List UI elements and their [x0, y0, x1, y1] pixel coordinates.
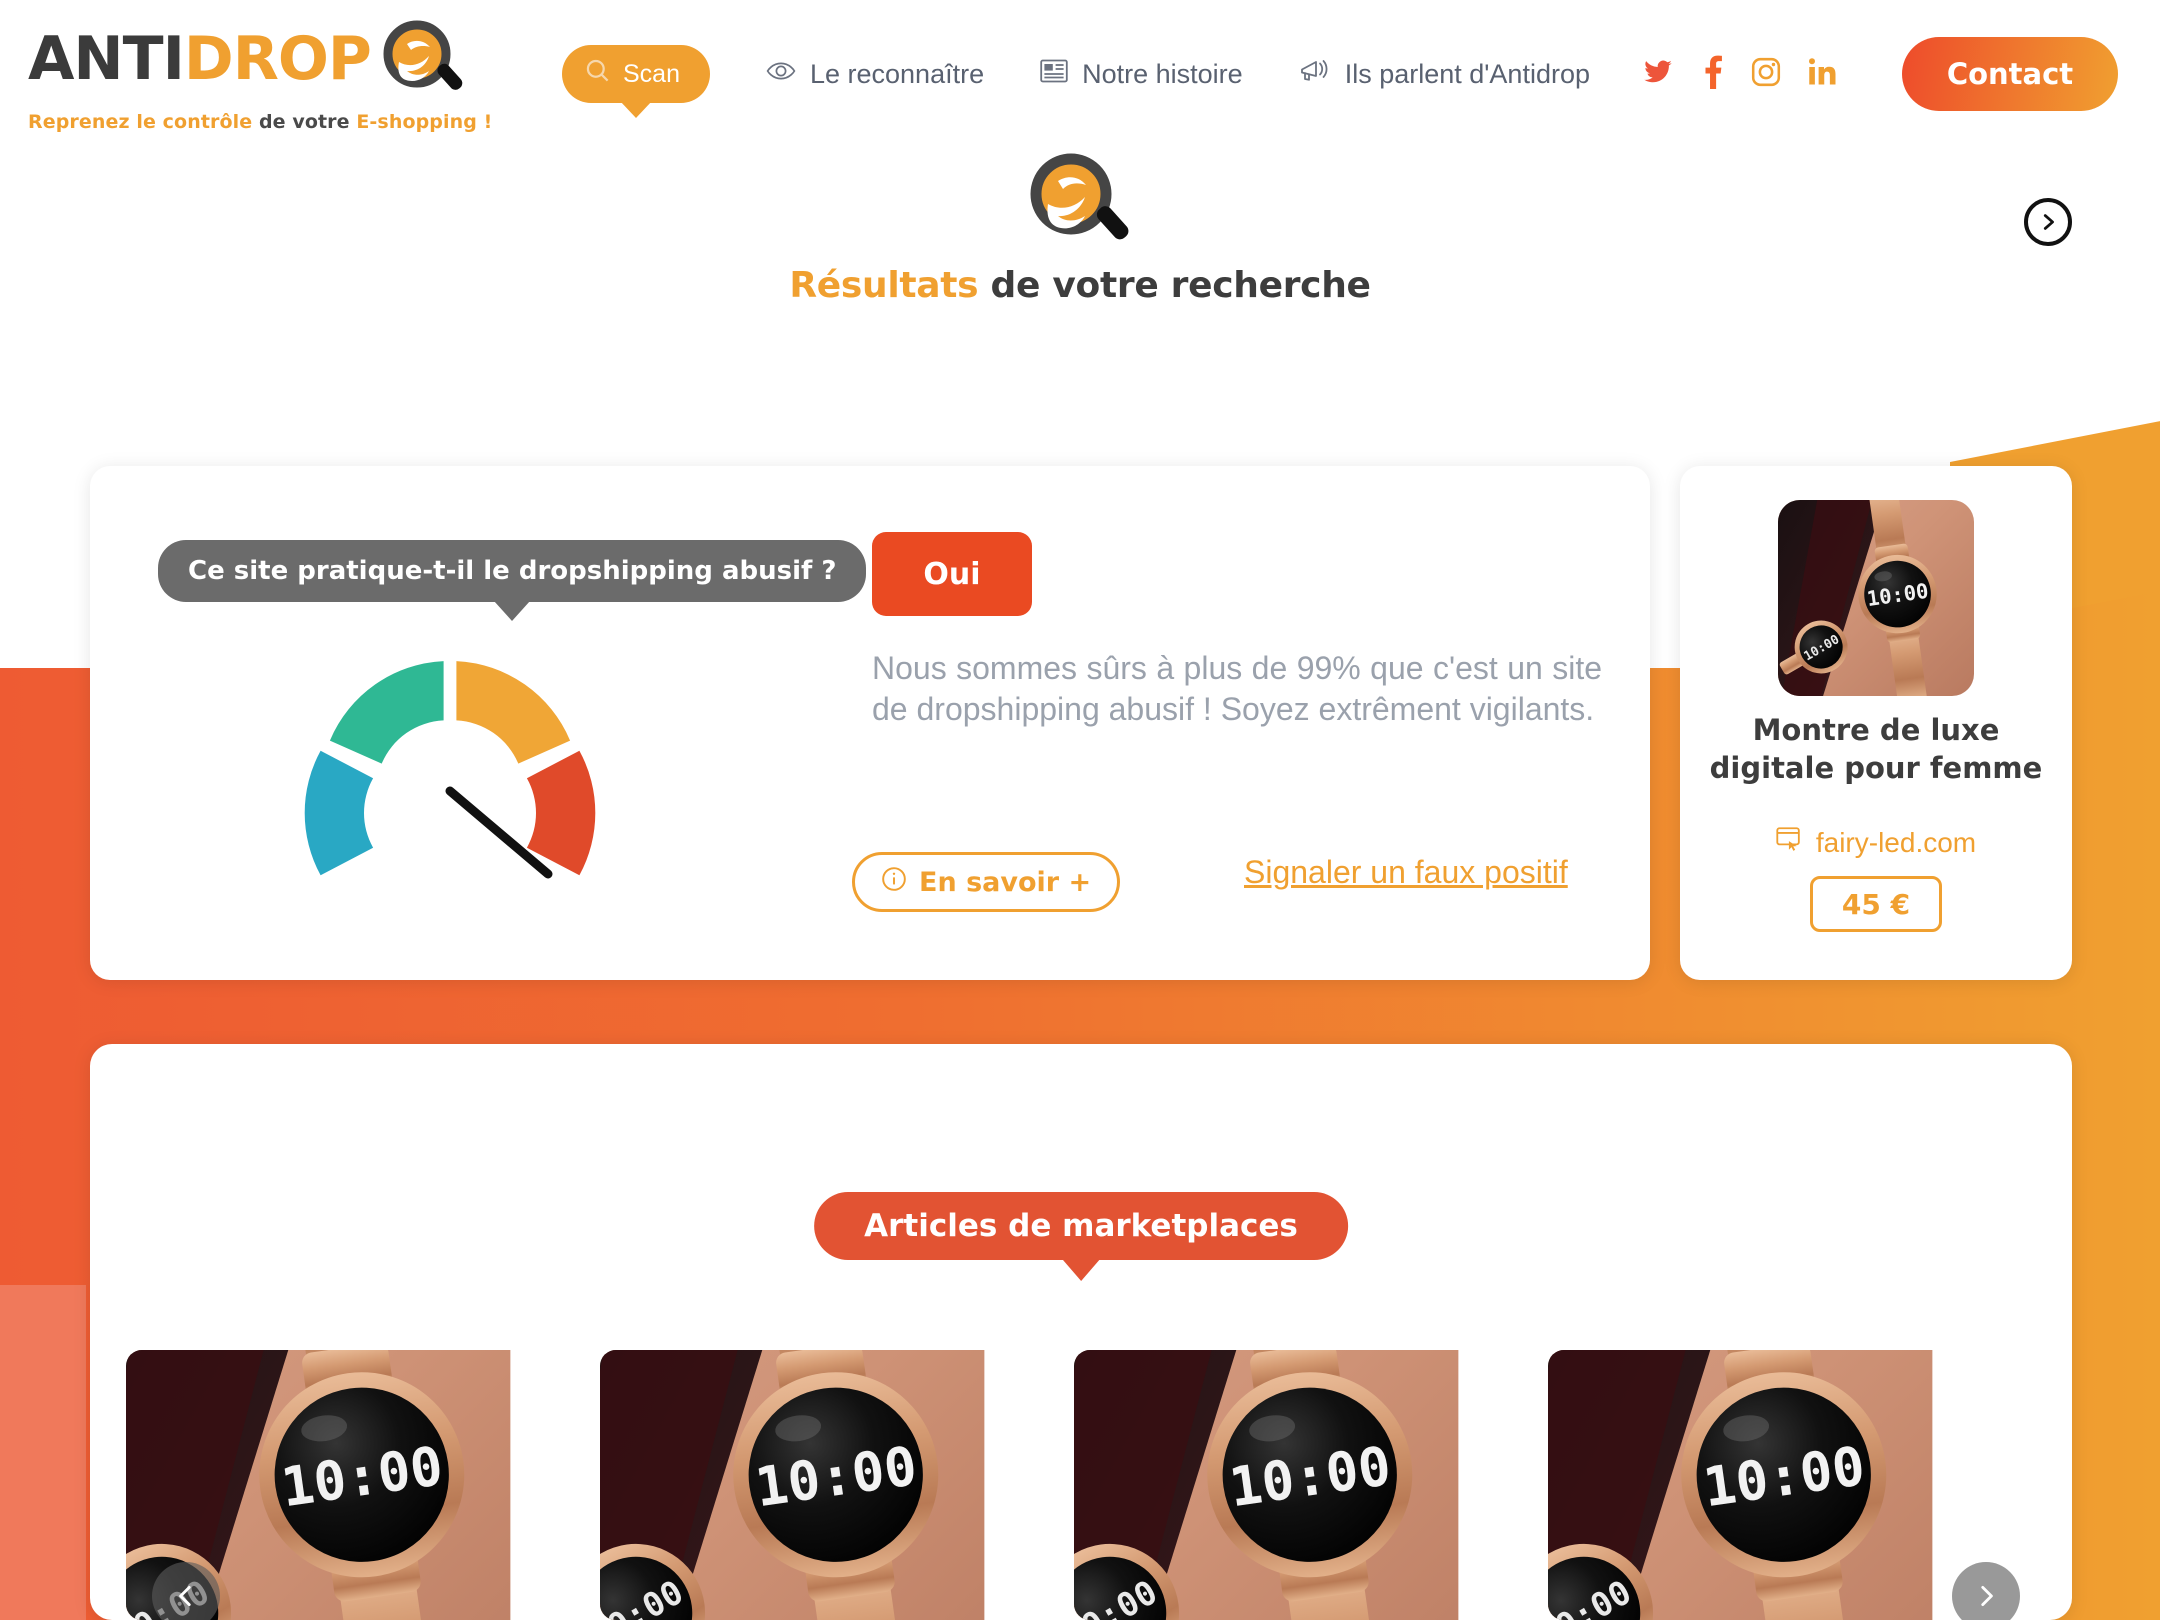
dropshipping-risk-gauge	[290, 631, 610, 881]
marketplace-item[interactable]	[600, 1350, 1010, 1620]
social-links	[1640, 55, 1838, 94]
product-title: Montre de luxe digitale pour femme	[1709, 713, 2043, 785]
product-image	[1778, 500, 1974, 696]
scan-button[interactable]: Scan	[562, 45, 710, 103]
linkedin-icon[interactable]	[1808, 57, 1838, 92]
nav-label: Notre histoire	[1082, 58, 1243, 89]
magnifier-bird-icon	[377, 18, 473, 103]
marketplace-item[interactable]	[1548, 1350, 1958, 1620]
product-card: Montre de luxe digitale pour femme fairy…	[1680, 466, 2072, 980]
scan-button-label: Scan	[623, 59, 680, 88]
verdict-card: Ce site pratique-t-il le dropshipping ab…	[90, 466, 1650, 980]
page-title-rest: de votre recherche	[978, 265, 1371, 306]
verdict-description: Nous sommes sûrs à plus de 99% que c'est…	[872, 650, 1602, 727]
chevron-right-circle-icon[interactable]	[2024, 198, 2072, 246]
results-header: Résultats de votre recherche	[0, 150, 2160, 306]
logo-text-anti: ANTI	[28, 24, 185, 94]
nav-item-le-reconnaitre[interactable]: Le reconnaître	[766, 59, 984, 90]
background-light-left-bar	[0, 1285, 86, 1620]
marketplace-section-title: Articles de marketplaces	[814, 1192, 1348, 1260]
browser-window-icon	[1776, 826, 1804, 859]
contact-button[interactable]: Contact	[1902, 37, 2118, 111]
marketplace-item[interactable]	[1074, 1350, 1484, 1620]
page-title: Résultats de votre recherche	[0, 265, 2160, 306]
info-circle-icon	[881, 866, 907, 899]
megaphone-icon	[1299, 58, 1331, 91]
verdict-answer-badge: Oui	[872, 532, 1032, 616]
search-icon	[584, 57, 611, 91]
page-root: ANTI DROP Reprenez le contrôle de votre …	[0, 0, 2160, 1620]
main-navigation: Scan Le reconnaître Notre histoire Ils p…	[562, 45, 1902, 103]
site-header: ANTI DROP Reprenez le contrôle de votre …	[0, 0, 2160, 148]
facebook-icon[interactable]	[1702, 55, 1724, 94]
twitter-icon[interactable]	[1640, 57, 1676, 92]
verdict-question-bubble: Ce site pratique-t-il le dropshipping ab…	[158, 540, 867, 602]
product-price: 45 €	[1810, 876, 1942, 932]
tagline-part-2: de votre	[252, 110, 357, 133]
logo-text-drop: DROP	[183, 24, 372, 94]
tagline-part-1: Reprenez le contrôle	[28, 110, 253, 133]
product-domain-link[interactable]: fairy-led.com	[1680, 826, 2072, 859]
tagline-part-3: E-shopping !	[356, 110, 493, 133]
marketplace-carousel	[126, 1350, 2036, 1620]
instagram-icon[interactable]	[1750, 56, 1782, 93]
product-domain-label: fairy-led.com	[1815, 826, 1977, 858]
logo[interactable]: ANTI DROP Reprenez le contrôle de votre …	[28, 16, 528, 133]
newspaper-icon	[1040, 58, 1068, 91]
eye-icon	[766, 59, 796, 90]
learn-more-button[interactable]: En savoir +	[852, 852, 1121, 912]
nav-label: Ils parlent d'Antidrop	[1344, 58, 1590, 89]
nav-item-notre-histoire[interactable]: Notre histoire	[1040, 58, 1243, 91]
logo-wordmark: ANTI DROP	[28, 16, 528, 103]
marketplace-section: Articles de marketplaces	[90, 1044, 2072, 1620]
nav-item-ils-parlent-dantidrop[interactable]: Ils parlent d'Antidrop	[1299, 58, 1590, 91]
results-magnifier-icon	[0, 150, 2160, 259]
logo-tagline: Reprenez le contrôle de votre E-shopping…	[28, 111, 528, 133]
nav-label: Le reconnaître	[809, 58, 985, 89]
page-title-highlight: Résultats	[789, 265, 979, 306]
learn-more-label: En savoir +	[919, 866, 1092, 898]
report-false-positive-link[interactable]: Signaler un faux positif	[1244, 854, 1568, 891]
